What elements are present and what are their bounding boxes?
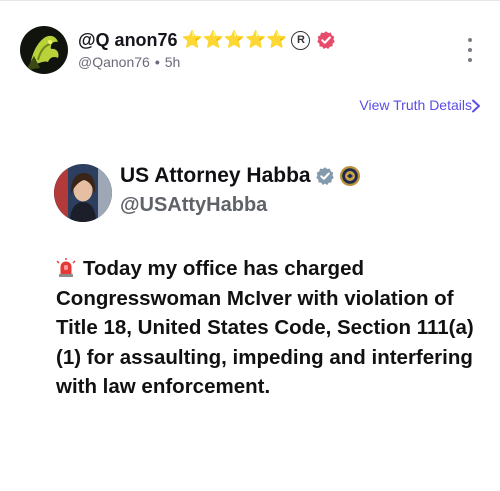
embedded-post-header: US Attorney Habba @USAttyHabba (54, 164, 474, 226)
doj-seal-icon (339, 166, 360, 186)
embedded-post-body: Today my office has charged Congresswoma… (56, 257, 474, 398)
embedded-handle: @USAttyHabba (120, 194, 268, 216)
registered-icon: R (291, 30, 311, 50)
handle-row: @Qanon76 • 5h (78, 54, 180, 70)
user-handle[interactable]: @Qanon76 (78, 54, 150, 70)
vertical-ellipsis-icon[interactable] (466, 38, 474, 62)
top-divider (0, 0, 500, 7)
chevron-right-icon[interactable] (470, 99, 482, 113)
user-avatar[interactable] (20, 26, 68, 74)
embedded-name-row: US Attorney Habba (120, 164, 361, 188)
star-badges: ⭐⭐⭐⭐⭐ (181, 30, 288, 49)
post-time[interactable]: 5h (165, 54, 181, 70)
separator-dot: • (154, 54, 160, 70)
police-siren-icon (56, 258, 76, 277)
view-truth-details-link[interactable]: View Truth Details (359, 97, 472, 113)
gray-verified-badge-icon (315, 167, 334, 185)
display-name[interactable]: @Q anon76 (78, 30, 178, 51)
name-row: @Q anon76 ⭐⭐⭐⭐⭐ R (78, 28, 336, 52)
embedded-avatar (54, 164, 112, 222)
embedded-display-name: US Attorney Habba (120, 164, 311, 187)
pink-verified-badge-icon (317, 31, 336, 49)
embedded-post-text: Today my office has charged Congresswoma… (56, 254, 476, 402)
post-header: @Q anon76 ⭐⭐⭐⭐⭐ R @Qanon76 • 5h (20, 26, 480, 78)
